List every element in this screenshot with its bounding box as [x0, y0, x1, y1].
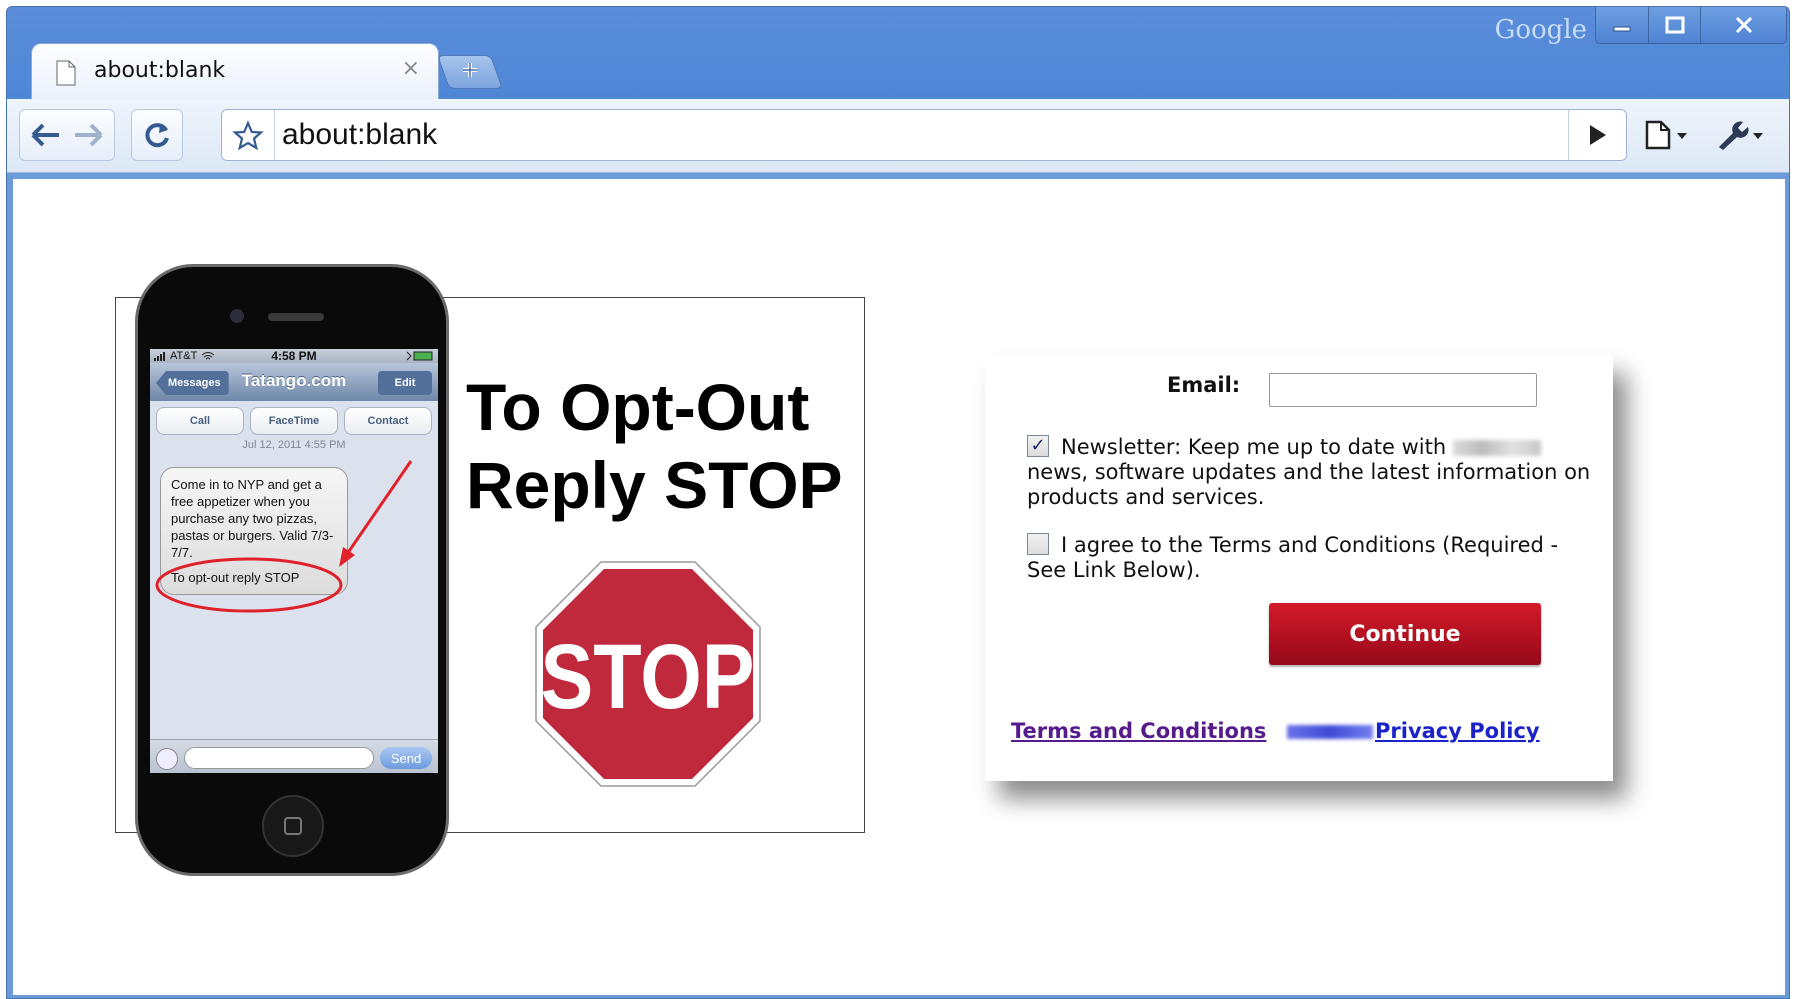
minimize-icon [1613, 26, 1631, 32]
stop-sign-text: STOP [541, 625, 755, 728]
email-label: Email: [1167, 373, 1241, 397]
newsletter-text: Newsletter: Keep me up to date with news… [1027, 435, 1597, 510]
page-icon [56, 60, 76, 86]
window-controls [1595, 7, 1787, 44]
reload-icon [145, 123, 169, 148]
optout-heading: To Opt-Out Reply STOP [466, 368, 843, 524]
terms-text: I agree to the Terms and Conditions (Req… [1027, 533, 1559, 582]
address-bar[interactable]: about:blank [221, 109, 1627, 161]
tab-about-blank[interactable]: about:blank × [31, 43, 439, 99]
toolbar: about:blank [7, 99, 1789, 173]
newsletter-text-end: news, software updates and the latest in… [1027, 460, 1591, 509]
tab-title: about:blank [94, 58, 226, 83]
annotation-overlay [155, 460, 413, 613]
reload-button[interactable] [131, 109, 183, 161]
forward-arrow-icon[interactable] [67, 120, 107, 150]
back-forward-group [19, 109, 115, 161]
maximize-button[interactable] [1648, 7, 1700, 43]
page-content: To Opt-Out Reply STOP STOP AT&T 4:58 PM … [13, 179, 1785, 995]
tab-close-icon[interactable]: × [402, 56, 420, 81]
home-square-icon [284, 817, 302, 835]
email-field[interactable] [1269, 373, 1537, 407]
omnibox-divider [274, 110, 275, 160]
optout-heading-line1: To Opt-Out [466, 370, 810, 444]
maximize-icon [1665, 16, 1684, 34]
newsletter-text-start: Newsletter: Keep me up to date with [1061, 435, 1447, 459]
wrench-icon [1719, 121, 1763, 150]
settings-menu-button[interactable] [1711, 109, 1773, 161]
annotation-arrow-icon [343, 460, 413, 558]
page-menu-icon [1645, 120, 1687, 150]
play-icon [1589, 125, 1606, 145]
continue-button[interactable]: Continue [1269, 603, 1541, 665]
page-menu-button[interactable] [1637, 109, 1699, 161]
back-arrow-icon[interactable] [27, 120, 67, 150]
terms-link[interactable]: Terms and Conditions [1011, 719, 1266, 743]
bookmark-star-icon[interactable] [232, 120, 264, 152]
redacted-company-link[interactable] [1287, 725, 1373, 739]
privacy-link[interactable]: Privacy Policy [1375, 719, 1540, 743]
stop-sign-icon: STOP [534, 560, 762, 788]
browser-window: Google about:blank × about:blank To Opt-… [6, 6, 1790, 999]
signup-form: Email: Newsletter: Keep me up to date wi… [985, 355, 1613, 781]
optout-heading-line2: Reply STOP [466, 448, 843, 522]
go-button[interactable] [1568, 110, 1626, 160]
url-text[interactable]: about:blank [282, 118, 437, 152]
plus-icon [463, 63, 477, 77]
redacted-company-name [1452, 440, 1541, 456]
minimize-button[interactable] [1596, 7, 1648, 43]
close-window-button[interactable] [1700, 7, 1786, 43]
annotation-ellipse [155, 557, 343, 613]
annotation-arrowhead [339, 547, 355, 567]
browser-brand: Google [1494, 15, 1587, 45]
close-icon [1735, 16, 1752, 34]
